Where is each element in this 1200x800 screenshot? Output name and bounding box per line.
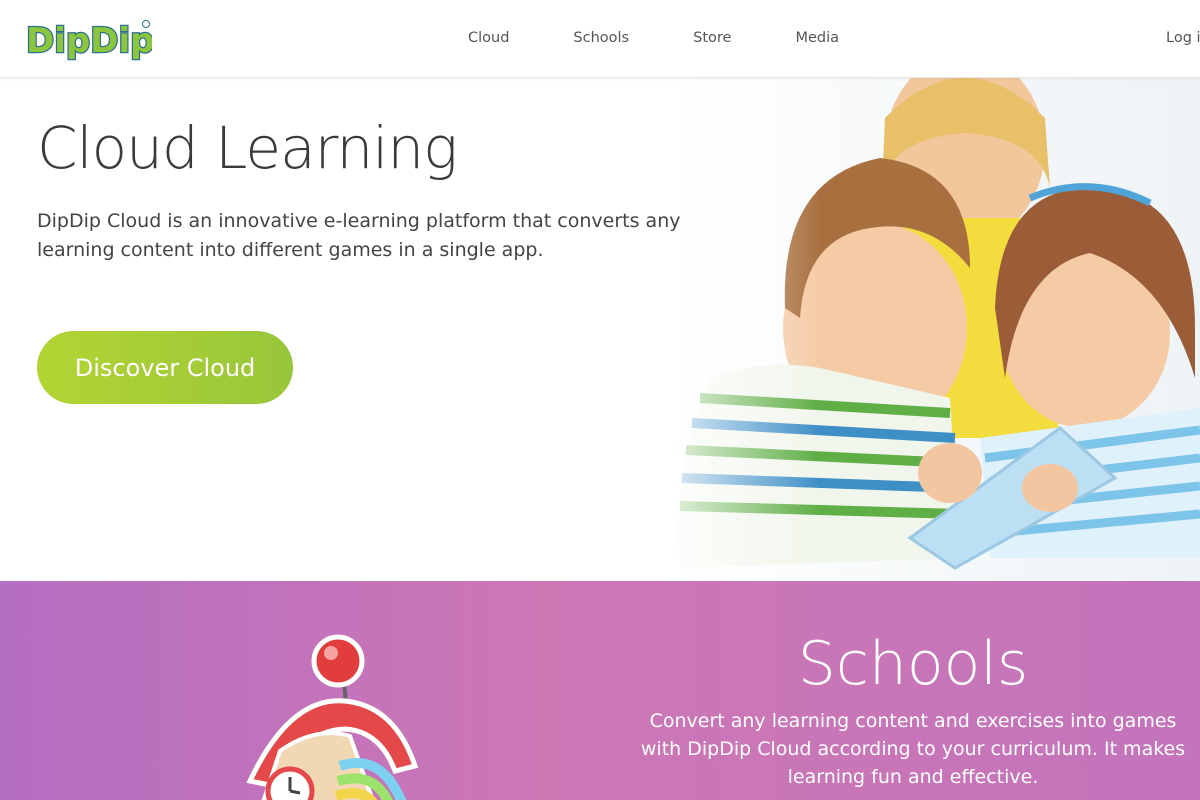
nav-link-store[interactable]: Store	[693, 30, 731, 46]
schools-section: Schools Convert any learning content and…	[0, 581, 1200, 800]
nav-link-schools[interactable]: Schools	[573, 30, 629, 46]
login-link[interactable]: Log in	[1166, 30, 1200, 46]
nav-link-cloud[interactable]: Cloud	[468, 30, 509, 46]
discover-cloud-button[interactable]: Discover Cloud	[37, 331, 293, 404]
svg-text:DipDip: DipDip	[26, 21, 152, 61]
schools-title-text: Schools	[797, 629, 1029, 699]
schools-description: Convert any learning content and exercis…	[640, 710, 1186, 788]
hero-title: Cloud Learning	[37, 114, 458, 182]
hero-section: Cloud Learning DipDip Cloud is an innova…	[0, 78, 1200, 581]
schools-title: Schools	[0, 629, 1200, 699]
nav-link-media[interactable]: Media	[795, 30, 839, 46]
hero-description: DipDip Cloud is an innovative e-learning…	[37, 210, 681, 261]
dipdip-logo[interactable]: DipDip	[22, 12, 156, 68]
main-menu: Cloud Schools Store Media	[468, 30, 839, 46]
hero-image-fade	[560, 78, 820, 581]
top-navigation: DipDip Cloud Schools Store Media Log in	[0, 0, 1200, 78]
